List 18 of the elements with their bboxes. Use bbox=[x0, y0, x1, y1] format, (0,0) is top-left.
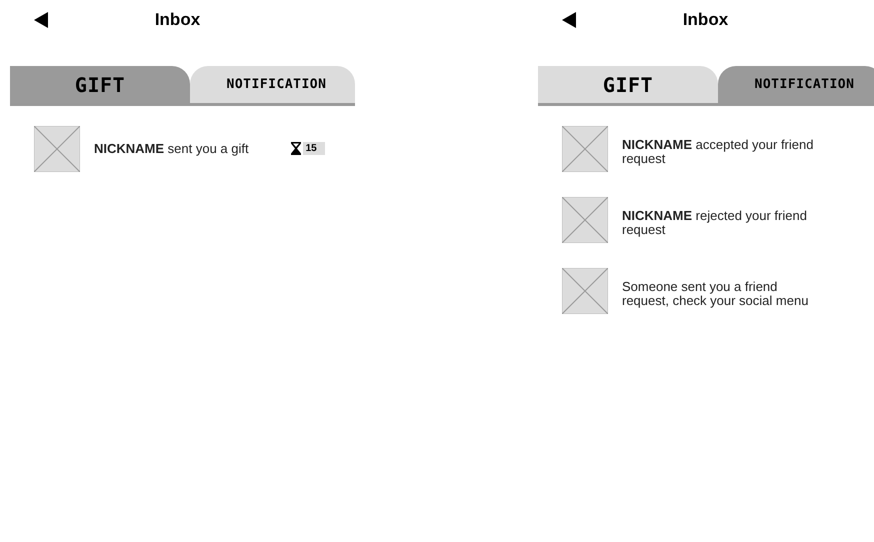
message-text: NICKNAME rejected your friend request bbox=[622, 209, 808, 237]
image-placeholder-icon bbox=[34, 126, 80, 172]
message-text: NICKNAME accepted your friend request bbox=[622, 138, 814, 166]
tab[interactable]: GIFT bbox=[10, 66, 190, 103]
screen-title: Inbox bbox=[154, 10, 200, 29]
tab[interactable]: NOTIFICATION bbox=[190, 66, 355, 103]
image-placeholder-icon bbox=[562, 268, 608, 314]
tab[interactable]: GIFT bbox=[538, 66, 718, 103]
message-text: Someone sent you a friend request, check your social menu bbox=[622, 280, 810, 308]
back-icon[interactable] bbox=[34, 12, 48, 28]
message-text: NICKNAME sent you a gift bbox=[94, 142, 249, 156]
screen-title: Inbox bbox=[682, 10, 728, 29]
image-placeholder-icon bbox=[562, 126, 608, 172]
timer-count: 15 bbox=[302, 142, 325, 155]
hourglass-icon bbox=[290, 142, 301, 155]
image-placeholder-icon bbox=[562, 197, 608, 243]
back-icon[interactable] bbox=[562, 12, 576, 28]
tab[interactable]: NOTIFICATION bbox=[718, 66, 874, 103]
